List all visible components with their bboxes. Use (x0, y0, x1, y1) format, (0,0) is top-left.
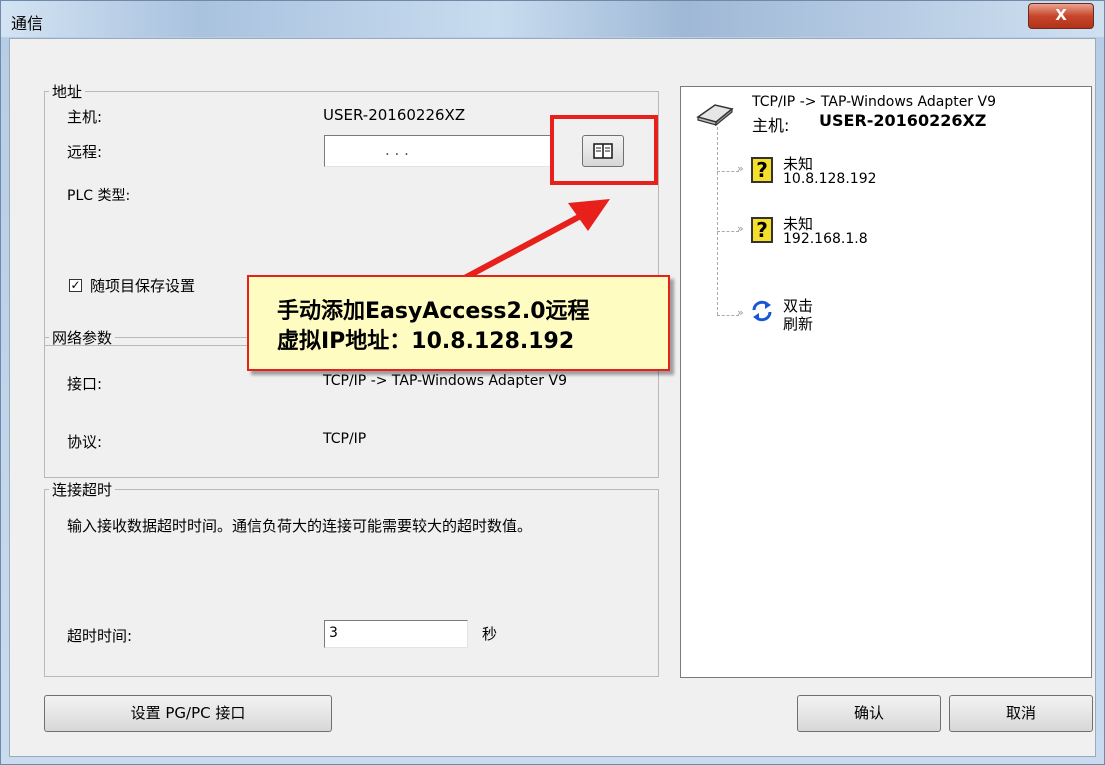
annotation-highlight-box (550, 115, 658, 185)
tree-root-host-label: 主机: (752, 116, 790, 135)
interface-label: 接口: (67, 375, 103, 393)
refresh-label-line2: 刷新 (783, 315, 814, 333)
timeout-unit: 秒 (482, 625, 498, 643)
annotation-line2: 虚拟IP地址：10.8.128.192 (277, 329, 575, 354)
tree-arrow-icon: » (737, 222, 744, 235)
network-adapter-icon (695, 97, 735, 131)
tree-arrow-icon: » (737, 162, 744, 175)
dialog-body: 地址 主机: USER-20160226XZ 远程: . . . PLC 类型:… (9, 38, 1096, 757)
remote-label: 远程: (67, 143, 103, 161)
tree-connector (717, 315, 739, 316)
unknown-device-icon: ? (751, 217, 773, 243)
timeout-label: 超时时间: (67, 627, 133, 645)
host-value: USER-20160226XZ (323, 106, 466, 124)
window-title: 通信 (11, 14, 44, 33)
tree-root-adapter: TCP/IP -> TAP-Windows Adapter V9 (752, 94, 997, 110)
device-tree[interactable]: TCP/IP -> TAP-Windows Adapter V9 主机: USE… (680, 86, 1092, 678)
cancel-button[interactable]: 取消 (949, 695, 1093, 732)
close-button[interactable]: X (1028, 3, 1094, 29)
tree-root-host-value: USER-20160226XZ (819, 111, 987, 130)
annotation-callout: 手动添加EasyAccess2.0远程 虚拟IP地址：10.8.128.192 (247, 275, 670, 371)
ok-button[interactable]: 确认 (797, 695, 941, 732)
protocol-label: 协议: (67, 433, 103, 451)
plc-type-label: PLC 类型: (67, 188, 131, 204)
refresh-icon[interactable] (749, 299, 775, 327)
save-with-project-checkbox[interactable]: ✓ (69, 279, 82, 292)
address-group-title: 地址 (52, 83, 83, 101)
save-with-project-label: 随项目保存设置 (90, 277, 196, 295)
protocol-value: TCP/IP (323, 431, 367, 447)
timeout-description: 输入接收数据超时时间。通信负荷大的连接可能需要较大的超时数值。 (67, 517, 533, 535)
set-pgpc-interface-button[interactable]: 设置 PG/PC 接口 (44, 695, 332, 732)
tree-connector (717, 127, 718, 315)
tree-node-ip: 192.168.1.8 (783, 231, 868, 247)
host-label: 主机: (67, 108, 103, 126)
tree-node-ip: 10.8.128.192 (783, 171, 877, 187)
timeout-group-title: 连接超时 (52, 481, 113, 499)
timeout-input[interactable]: 3 (324, 620, 468, 648)
tree-arrow-icon: » (737, 306, 744, 319)
tree-connector (717, 171, 739, 172)
communication-dialog: 通信 X 地址 主机: USER-20160226XZ 远程: . . . PL… (0, 0, 1105, 765)
tree-connector (717, 231, 739, 232)
remote-ip-input[interactable]: . . . (324, 135, 554, 167)
title-bar: 通信 X (1, 1, 1104, 37)
unknown-device-icon: ? (751, 157, 773, 183)
annotation-line1: 手动添加EasyAccess2.0远程 (277, 299, 590, 324)
network-group-title: 网络参数 (52, 329, 113, 347)
interface-value: TCP/IP -> TAP-Windows Adapter V9 (323, 373, 568, 389)
